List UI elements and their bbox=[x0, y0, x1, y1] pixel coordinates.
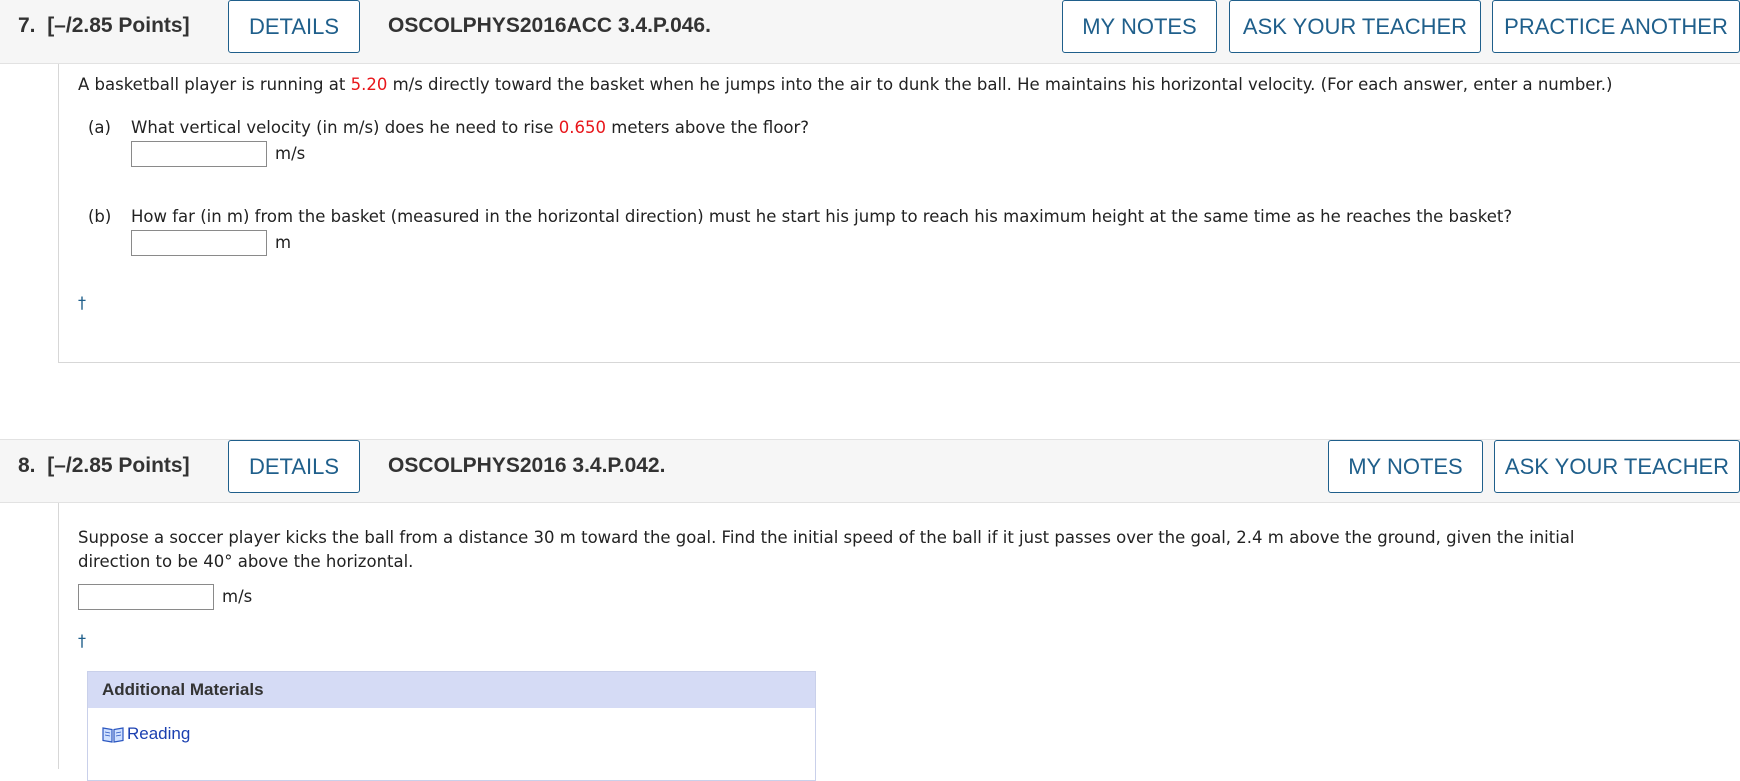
my-notes-button[interactable]: MY NOTES bbox=[1062, 0, 1217, 53]
details-button[interactable]: DETAILS bbox=[228, 440, 360, 493]
additional-materials-heading: Additional Materials bbox=[88, 672, 815, 708]
question-8-prompt-line-1: Suppose a soccer player kicks the ball f… bbox=[78, 528, 1575, 547]
part-a-text: meters above the floor? bbox=[606, 118, 810, 137]
part-a-question: What vertical velocity (in m/s) does he … bbox=[131, 116, 809, 140]
prompt-text: m/s directly toward the basket when he j… bbox=[387, 75, 1613, 94]
height-value: 0.650 bbox=[558, 118, 607, 137]
book-icon bbox=[102, 726, 124, 743]
part-a-label: (a) bbox=[88, 118, 111, 137]
my-notes-button[interactable]: MY NOTES bbox=[1328, 440, 1483, 493]
ask-your-teacher-button[interactable]: ASK YOUR TEACHER bbox=[1229, 0, 1481, 53]
part-a-unit: m/s bbox=[275, 144, 306, 163]
additional-materials-panel: Additional Materials Reading bbox=[87, 671, 816, 781]
question-number: 7. bbox=[18, 14, 36, 37]
practice-another-button[interactable]: PRACTICE ANOTHER bbox=[1492, 0, 1740, 53]
answer-unit: m/s bbox=[222, 587, 253, 606]
ask-your-teacher-button[interactable]: ASK YOUR TEACHER bbox=[1494, 440, 1740, 493]
dagger-link[interactable]: † bbox=[78, 293, 86, 312]
question-code: OSCOLPHYS2016 3.4.P.042. bbox=[388, 454, 666, 477]
dagger-link[interactable]: † bbox=[78, 631, 86, 650]
details-button[interactable]: DETAILS bbox=[228, 0, 360, 53]
part-a-text: What vertical velocity (in m/s) does he … bbox=[131, 118, 559, 137]
question-7-number: 7. [–/2.85 Points] bbox=[18, 0, 190, 52]
part-b-unit: m bbox=[275, 233, 292, 252]
answer-input[interactable] bbox=[78, 584, 214, 610]
question-7-prompt: A basketball player is running at 5.20 m… bbox=[78, 73, 1612, 97]
question-8-prompt-line-2: direction to be 40° above the horizontal… bbox=[78, 552, 414, 571]
reading-link[interactable]: Reading bbox=[102, 724, 190, 744]
reading-label: Reading bbox=[127, 724, 191, 743]
question-8-number: 8. [–/2.85 Points] bbox=[18, 440, 190, 492]
question-points: [–/2.85 Points] bbox=[47, 14, 190, 37]
part-b-question: How far (in m) from the basket (measured… bbox=[131, 207, 1513, 226]
part-a-answer-input[interactable] bbox=[131, 141, 267, 167]
part-b-label: (b) bbox=[88, 207, 112, 226]
speed-value: 5.20 bbox=[350, 75, 388, 94]
question-8-header: 8. [–/2.85 Points] DETAILS OSCOLPHYS2016… bbox=[0, 439, 1740, 503]
prompt-text: A basketball player is running at bbox=[78, 75, 351, 94]
question-code: OSCOLPHYS2016ACC 3.4.P.046. bbox=[388, 14, 711, 37]
part-b-answer-input[interactable] bbox=[131, 230, 267, 256]
question-7-header: 7. [–/2.85 Points] DETAILS OSCOLPHYS2016… bbox=[0, 0, 1740, 64]
question-number: 8. bbox=[18, 454, 36, 477]
question-points: [–/2.85 Points] bbox=[47, 454, 190, 477]
